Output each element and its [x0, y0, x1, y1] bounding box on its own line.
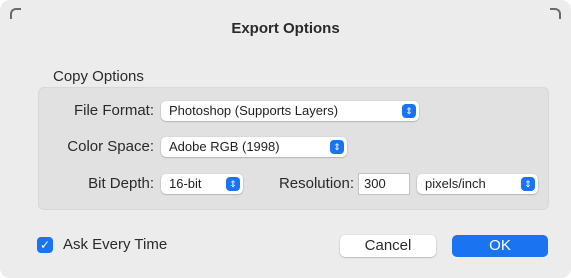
window-corner-right: [550, 8, 561, 19]
window-corner-left: [10, 8, 21, 19]
bit-depth-value: 16-bit: [169, 176, 202, 191]
resolution-unit-popup[interactable]: pixels/inch ⇕: [417, 174, 538, 194]
chevron-updown-icon: ⇕: [521, 177, 535, 191]
export-options-dialog: Export Options Copy Options File Format:…: [0, 0, 571, 278]
color-space-popup[interactable]: Adobe RGB (1998) ⇕: [161, 137, 347, 157]
color-space-label: Color Space:: [67, 138, 154, 155]
cancel-button[interactable]: Cancel: [340, 235, 436, 257]
file-format-popup[interactable]: Photoshop (Supports Layers) ⇕: [161, 101, 419, 121]
resolution-unit-value: pixels/inch: [425, 176, 486, 191]
ask-every-time-checkbox[interactable]: ✓: [37, 237, 53, 253]
ask-every-time-label[interactable]: Ask Every Time: [63, 236, 167, 253]
bit-depth-label: Bit Depth:: [88, 175, 154, 192]
chevron-updown-icon: ⇕: [226, 177, 240, 191]
color-space-value: Adobe RGB (1998): [169, 139, 280, 154]
chevron-updown-icon: ⇕: [330, 140, 344, 154]
bit-depth-popup[interactable]: 16-bit ⇕: [161, 174, 243, 194]
resolution-label: Resolution:: [278, 175, 354, 192]
chevron-updown-icon: ⇕: [402, 104, 416, 118]
file-format-value: Photoshop (Supports Layers): [169, 103, 339, 118]
dialog-title: Export Options: [231, 20, 340, 37]
file-format-label: File Format:: [73, 102, 154, 119]
resolution-input[interactable]: 300: [358, 173, 410, 195]
ok-button[interactable]: OK: [452, 235, 548, 257]
copy-options-label: Copy Options: [53, 68, 144, 85]
